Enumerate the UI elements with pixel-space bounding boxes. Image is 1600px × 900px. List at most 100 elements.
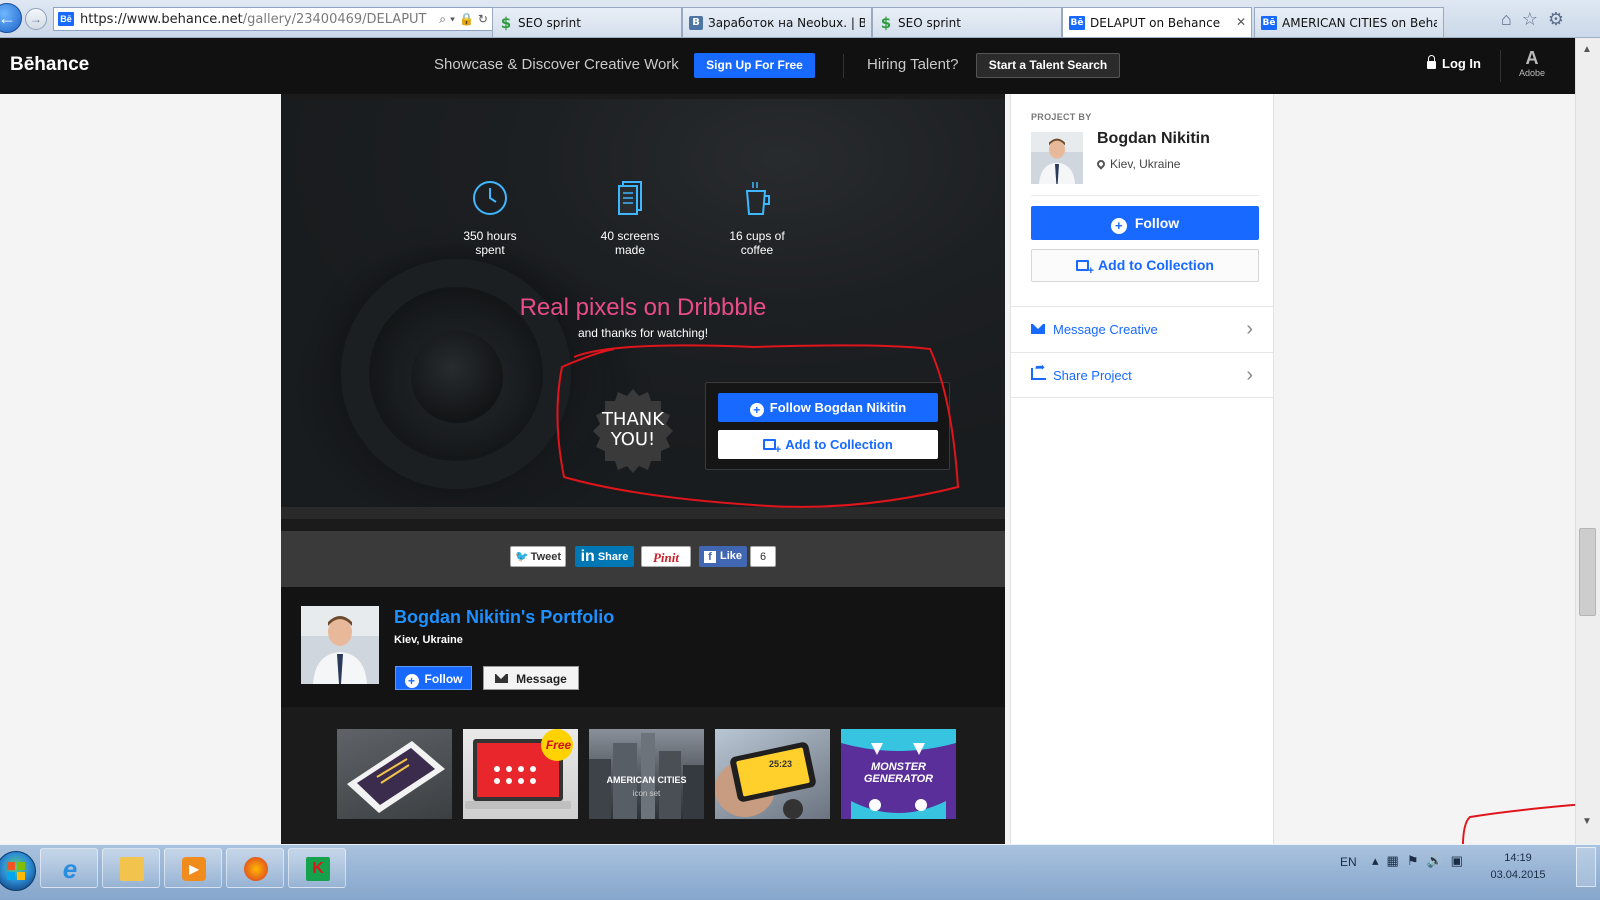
header-divider	[843, 54, 844, 78]
stat-screens: 40 screens made	[560, 179, 700, 257]
calendar-icon[interactable]: ▦	[1387, 853, 1407, 868]
system-clock[interactable]: 14:19 03.04.2015	[1478, 850, 1558, 884]
project-thumbnail[interactable]: AMERICAN CITIES icon set	[589, 729, 704, 819]
tweet-button[interactable]: 🐦 Tweet	[510, 546, 566, 567]
message-creative-label: Message Creative	[1053, 322, 1158, 337]
behance-logo[interactable]: Bēhance	[10, 54, 89, 76]
facebook-like-button[interactable]: f Like	[699, 546, 747, 567]
chevron-right-icon: ›	[1246, 364, 1253, 386]
phone-in-hand-image	[715, 742, 816, 819]
folder-icon	[120, 857, 144, 881]
browser-tools[interactable]: ⌂☆⚙	[1501, 9, 1574, 30]
language-indicator[interactable]: EN	[1340, 855, 1357, 869]
back-arrow-icon[interactable]: ←	[0, 3, 22, 33]
avatar-photo	[301, 606, 379, 684]
tablet-mockup-image	[347, 741, 445, 813]
log-in-link[interactable]: Log In	[1427, 55, 1481, 71]
tab-label: SEO sprint	[518, 15, 581, 30]
stat-hours: 350 hours spent	[420, 179, 560, 257]
tray-expand-icon[interactable]: ▴	[1372, 853, 1387, 868]
cta-box: + Follow Bogdan Nikitin Add to Collection	[705, 382, 950, 470]
tab-american-cities[interactable]: Bē AMERICAN CITIES on Behance	[1254, 7, 1444, 37]
dribbble-title[interactable]: Real pixels on Dribbble	[281, 294, 1005, 322]
follow-creator-label: Follow Bogdan Nikitin	[769, 400, 907, 415]
avatar[interactable]	[301, 606, 379, 684]
clock-time: 14:19	[1504, 852, 1532, 864]
action-center-flag-icon[interactable]: ⚑	[1407, 853, 1427, 868]
city-buildings-image	[589, 733, 704, 819]
add-to-collection-button[interactable]: Add to Collection	[718, 430, 938, 459]
talent-search-button[interactable]: Start a Talent Search	[976, 53, 1120, 78]
coffee-cup-icon	[745, 182, 770, 215]
system-tray[interactable]: ▴▦⚑🔊▣	[1372, 853, 1471, 869]
project-thumbnail[interactable]: Free	[463, 729, 578, 819]
creator-location-text: Kiev, Ukraine	[1110, 157, 1181, 171]
tweet-label: Tweet	[530, 551, 562, 563]
taskbar-kaspersky[interactable]: K	[288, 848, 346, 888]
location-pin-icon	[1095, 158, 1107, 170]
screens-icon	[618, 181, 642, 215]
browser-toolbar: ← → Bē https://www.behance.net/gallery/2…	[0, 0, 1600, 38]
page-scrollbar[interactable]: ▲ ▼	[1575, 38, 1600, 844]
project-thumbnail[interactable]: 25:23	[715, 729, 830, 819]
share-project-row[interactable]: Share Project ›	[1011, 352, 1273, 398]
message-creative-row[interactable]: Message Creative ›	[1011, 306, 1273, 352]
taskbar-media[interactable]: ▶	[164, 848, 222, 888]
stat-coffee: 16 cups of coffee	[687, 179, 827, 257]
taskbar-explorer[interactable]	[102, 848, 160, 888]
portfolio-message-button[interactable]: Message	[483, 666, 579, 690]
gear-icon[interactable]: ⚙	[1548, 9, 1574, 29]
portfolio-follow-button[interactable]: + Follow	[395, 666, 472, 690]
tab-neobux[interactable]: B Заработок на Neobux. | ВКо...	[682, 7, 872, 37]
star-icon[interactable]: ☆	[1522, 9, 1548, 29]
adobe-icon: A	[1525, 48, 1539, 68]
taskbar-firefox[interactable]	[226, 848, 284, 888]
windows-taskbar: e ▶ K EN ▴▦⚑🔊▣ 14:19 03.04.2015	[0, 844, 1600, 900]
sidebar-add-to-collection-label: Add to Collection	[1098, 257, 1214, 273]
vk-favicon: B	[689, 15, 703, 30]
address-tools-icons[interactable]: ⌕▾🔒↻	[439, 12, 492, 27]
scroll-down-icon[interactable]: ▼	[1582, 816, 1592, 827]
creator-name-link[interactable]: Bogdan Nikitin	[1097, 130, 1210, 148]
share-bar: 🐦 Tweet in Share Pinit f Like 6	[281, 531, 1005, 587]
show-desktop-button[interactable]	[1576, 847, 1596, 887]
forward-arrow-icon[interactable]: →	[25, 8, 47, 30]
sign-up-button[interactable]: Sign Up For Free	[694, 53, 815, 78]
avatar[interactable]	[1031, 132, 1083, 184]
project-thumbnail[interactable]	[337, 729, 452, 819]
tab-seo-sprint-2[interactable]: $ SEO sprint	[872, 7, 1062, 37]
pinterest-button[interactable]: Pinit	[641, 546, 691, 567]
network-icon[interactable]: ▣	[1451, 853, 1471, 868]
project-by-label: PROJECT BY	[1031, 112, 1092, 122]
start-button[interactable]	[0, 851, 36, 891]
media-player-icon: ▶	[182, 857, 206, 881]
tab-delaput[interactable]: Bē DELAPUT on Behance ✕	[1062, 7, 1252, 37]
taskbar-ie[interactable]: e	[40, 848, 98, 888]
address-bar[interactable]: Bē https://www.behance.net/gallery/23400…	[53, 7, 499, 31]
stat-text: 350 hours spent	[463, 229, 517, 257]
volume-icon[interactable]: 🔊	[1426, 853, 1450, 868]
portfolio-follow-label: Follow	[424, 672, 463, 686]
tab-seo-sprint-1[interactable]: $ SEO sprint	[492, 7, 682, 37]
lock-icon	[1427, 55, 1436, 69]
facebook-icon: f	[703, 551, 716, 563]
kaspersky-icon: K	[306, 857, 330, 881]
clock-date: 03.04.2015	[1490, 869, 1546, 881]
project-thumbnail[interactable]: MONSTER GENERATOR	[841, 729, 956, 819]
behance-favicon: Bē	[1069, 15, 1085, 30]
stat-text: 40 screens made	[600, 229, 660, 257]
creator-location: Kiev, Ukraine	[1095, 157, 1181, 171]
sidebar-add-to-collection-button[interactable]: Add to Collection	[1031, 249, 1259, 282]
address-url[interactable]: https://www.behance.net/gallery/23400469…	[80, 12, 439, 27]
like-label: Like	[719, 550, 742, 562]
linkedin-share-button[interactable]: in Share	[575, 546, 634, 567]
portfolio-name-link[interactable]: Bogdan Nikitin's Portfolio	[394, 607, 614, 628]
adobe-link[interactable]: A Adobe	[1512, 48, 1552, 78]
sidebar-follow-button[interactable]: + Follow	[1031, 206, 1259, 240]
scroll-up-icon[interactable]: ▲	[1582, 44, 1592, 55]
close-icon[interactable]: ✕	[1236, 15, 1246, 29]
home-icon[interactable]: ⌂	[1501, 9, 1522, 29]
follow-creator-button[interactable]: + Follow Bogdan Nikitin	[718, 393, 938, 422]
internet-explorer-icon: e	[62, 854, 78, 884]
scrollbar-thumb[interactable]	[1579, 528, 1596, 616]
